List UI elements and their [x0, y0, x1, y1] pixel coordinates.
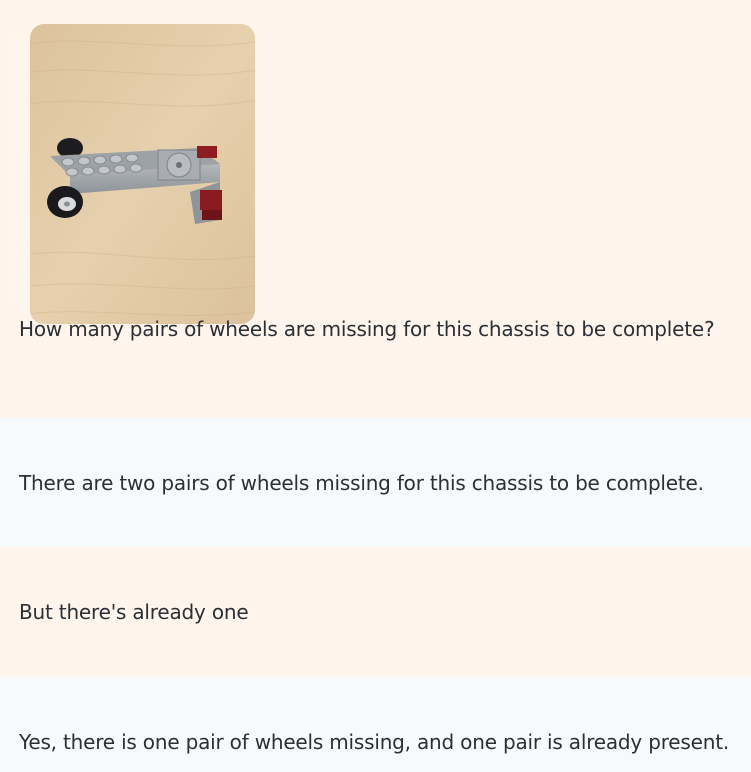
user-message: But there's already one [0, 547, 751, 676]
user-message-text: But there's already one [19, 600, 249, 624]
user-message: How many pairs of wheels are missing for… [0, 0, 751, 418]
assistant-message-text: Yes, there is one pair of wheels missing… [19, 730, 730, 754]
assistant-message: There are two pairs of wheels missing fo… [0, 418, 751, 547]
chat-transcript: How many pairs of wheels are missing for… [0, 0, 751, 772]
assistant-message-text: There are two pairs of wheels missing fo… [19, 471, 704, 495]
attached-photo[interactable] [30, 24, 255, 324]
assistant-message: Yes, there is one pair of wheels missing… [0, 676, 751, 772]
user-message-text: How many pairs of wheels are missing for… [19, 317, 715, 341]
